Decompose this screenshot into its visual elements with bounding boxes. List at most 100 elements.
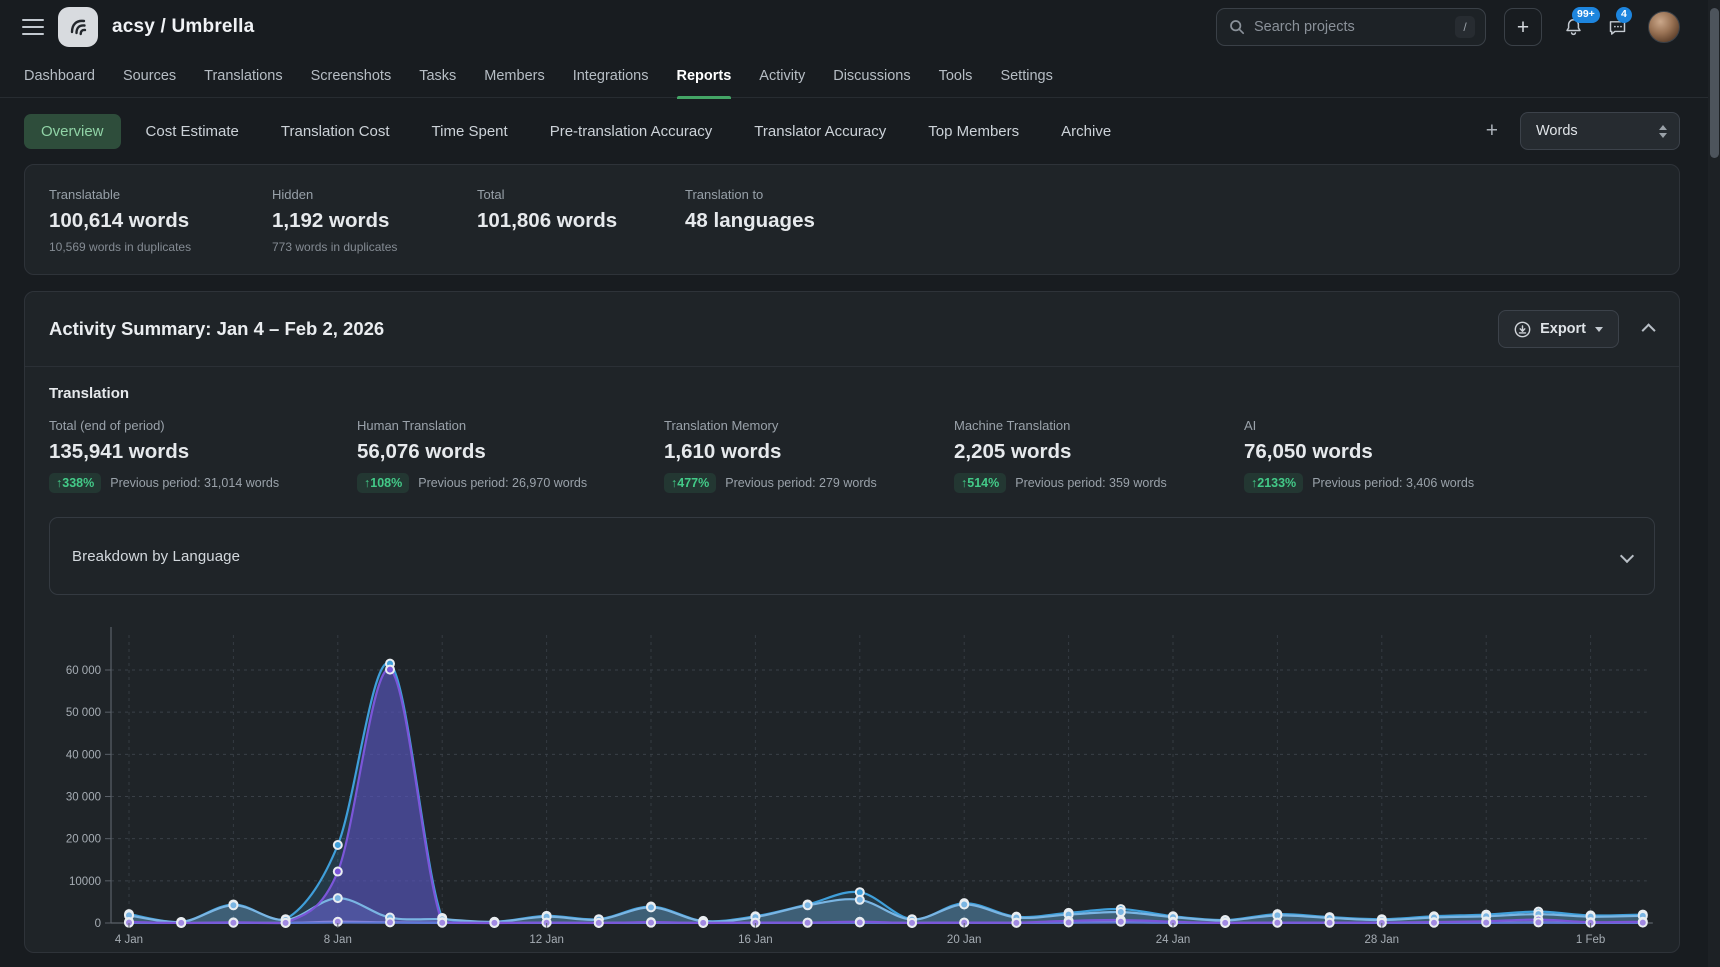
previous-period: Previous period: 26,970 words xyxy=(418,476,587,490)
nav-tab-sources[interactable]: Sources xyxy=(123,54,176,98)
previous-period: Previous period: 3,406 words xyxy=(1312,476,1474,490)
subnav-tab-top-members[interactable]: Top Members xyxy=(911,114,1036,149)
search-icon xyxy=(1229,19,1245,35)
subnav-tab-archive[interactable]: Archive xyxy=(1044,114,1128,149)
stat-label: Translatable xyxy=(49,187,272,202)
svg-text:0: 0 xyxy=(95,918,101,930)
activity-chart-svg[interactable]: 0 10000 20 000 30 000 40 000 50 000 60 000 4 Ja… xyxy=(49,605,1657,953)
subnav-tab-time-spent[interactable]: Time Spent xyxy=(415,114,525,149)
search-shortcut-hint: / xyxy=(1455,16,1475,38)
svg-text:4 Jan: 4 Jan xyxy=(115,934,143,946)
metric-total: Total (end of period) 135,941 words ↑338… xyxy=(49,418,357,493)
subnav-tab-overview[interactable]: Overview xyxy=(24,114,121,149)
activity-summary-card: Activity Summary: Jan 4 – Feb 2, 2026 Ex… xyxy=(24,291,1680,953)
metric-value: 2,205 words xyxy=(954,440,1244,464)
svg-text:8 Jan: 8 Jan xyxy=(324,934,352,946)
svg-text:20 000: 20 000 xyxy=(66,834,101,846)
stat-translatable: Translatable 100,614 words 10,569 words … xyxy=(49,187,272,254)
logo-glyph xyxy=(65,14,91,40)
nav-tab-translations[interactable]: Translations xyxy=(204,54,282,98)
main-nav: Dashboard Sources Translations Screensho… xyxy=(0,54,1720,98)
metric-value: 76,050 words xyxy=(1244,440,1474,464)
subnav-tab-translator-accuracy[interactable]: Translator Accuracy xyxy=(737,114,903,149)
metric-ai: AI 76,050 words ↑2133% Previous period: … xyxy=(1244,418,1474,493)
user-avatar[interactable] xyxy=(1648,11,1680,43)
metric-label: Human Translation xyxy=(357,418,664,433)
trend-badge: ↑338% xyxy=(49,473,101,493)
breakdown-label: Breakdown by Language xyxy=(72,548,240,565)
word-stats-card: Translatable 100,614 words 10,569 words … xyxy=(24,164,1680,275)
project-title: acsy / Umbrella xyxy=(112,16,254,38)
svg-text:28 Jan: 28 Jan xyxy=(1365,934,1400,946)
metric-value: 135,941 words xyxy=(49,440,357,464)
reports-subnav: Overview Cost Estimate Translation Cost … xyxy=(0,98,1720,164)
metric-label: Translation Memory xyxy=(664,418,954,433)
nav-tab-tasks[interactable]: Tasks xyxy=(419,54,456,98)
create-project-button[interactable]: + xyxy=(1504,8,1542,46)
svg-text:50 000: 50 000 xyxy=(66,707,101,719)
select-updown-icon xyxy=(1659,125,1667,138)
caret-down-icon xyxy=(1595,327,1603,332)
stat-label: Translation to xyxy=(685,187,815,202)
translation-metrics: Total (end of period) 135,941 words ↑338… xyxy=(49,418,1655,493)
subnav-tab-pretranslation-accuracy[interactable]: Pre-translation Accuracy xyxy=(533,114,730,149)
nav-tab-settings[interactable]: Settings xyxy=(1000,54,1052,98)
stat-hidden: Hidden 1,192 words 773 words in duplicat… xyxy=(272,187,477,254)
nav-tab-reports[interactable]: Reports xyxy=(677,54,732,98)
svg-text:12 Jan: 12 Jan xyxy=(529,934,564,946)
svg-text:30 000: 30 000 xyxy=(66,792,101,804)
subnav-tab-cost-estimate[interactable]: Cost Estimate xyxy=(129,114,256,149)
trend-badge: ↑108% xyxy=(357,473,409,493)
download-icon xyxy=(1514,321,1531,338)
subnav-tab-translation-cost[interactable]: Translation Cost xyxy=(264,114,407,149)
nav-tab-members[interactable]: Members xyxy=(484,54,544,98)
activity-title: Activity Summary: Jan 4 – Feb 2, 2026 xyxy=(49,318,384,340)
svg-text:60 000: 60 000 xyxy=(66,665,101,677)
svg-text:40 000: 40 000 xyxy=(66,749,101,761)
add-report-button[interactable]: + xyxy=(1472,119,1512,143)
topbar: acsy / Umbrella / + 99+ 4 xyxy=(0,0,1720,54)
search-box[interactable]: / xyxy=(1216,8,1486,46)
nav-tab-integrations[interactable]: Integrations xyxy=(573,54,649,98)
stat-note: 773 words in duplicates xyxy=(272,240,477,254)
scrollbar-thumb[interactable] xyxy=(1710,8,1719,158)
nav-tab-activity[interactable]: Activity xyxy=(759,54,805,98)
app-logo[interactable] xyxy=(58,7,98,47)
messages-button[interactable]: 4 xyxy=(1604,14,1630,40)
metric-label: AI xyxy=(1244,418,1474,433)
notifications-count-badge: 99+ xyxy=(1572,7,1600,23)
hamburger-menu-icon[interactable] xyxy=(22,19,44,35)
messages-count-badge: 4 xyxy=(1616,7,1632,23)
search-input[interactable] xyxy=(1254,19,1446,35)
stat-label: Total xyxy=(477,187,685,202)
nav-tab-dashboard[interactable]: Dashboard xyxy=(24,54,95,98)
metric-value: 1,610 words xyxy=(664,440,954,464)
svg-text:10000: 10000 xyxy=(69,876,101,888)
nav-tab-tools[interactable]: Tools xyxy=(939,54,973,98)
stat-note: 10,569 words in duplicates xyxy=(49,240,272,254)
activity-header: Activity Summary: Jan 4 – Feb 2, 2026 Ex… xyxy=(25,292,1679,366)
nav-tab-discussions[interactable]: Discussions xyxy=(833,54,910,98)
activity-chart[interactable]: 0 10000 20 000 30 000 40 000 50 000 60 000 4 Ja… xyxy=(49,605,1655,953)
notifications-button[interactable]: 99+ xyxy=(1560,14,1586,40)
stat-total: Total 101,806 words xyxy=(477,187,685,254)
collapse-section-icon[interactable] xyxy=(1642,323,1656,337)
svg-text:16 Jan: 16 Jan xyxy=(738,934,773,946)
previous-period: Previous period: 31,014 words xyxy=(110,476,279,490)
stat-value: 48 languages xyxy=(685,209,815,233)
svg-text:24 Jan: 24 Jan xyxy=(1156,934,1191,946)
metric-translation-memory: Translation Memory 1,610 words ↑477% Pre… xyxy=(664,418,954,493)
metric-label: Machine Translation xyxy=(954,418,1244,433)
metric-human-translation: Human Translation 56,076 words ↑108% Pre… xyxy=(357,418,664,493)
unit-select-value: Words xyxy=(1536,123,1578,139)
breakdown-by-language-toggle[interactable]: Breakdown by Language xyxy=(49,517,1655,595)
unit-select[interactable]: Words xyxy=(1520,112,1680,150)
stat-value: 1,192 words xyxy=(272,209,477,233)
svg-text:20 Jan: 20 Jan xyxy=(947,934,982,946)
export-label: Export xyxy=(1540,321,1586,337)
stat-value: 101,806 words xyxy=(477,209,685,233)
export-button[interactable]: Export xyxy=(1498,310,1619,348)
nav-tab-screenshots[interactable]: Screenshots xyxy=(311,54,392,98)
trend-badge: ↑2133% xyxy=(1244,473,1303,493)
page-scrollbar[interactable] xyxy=(1708,0,1720,967)
